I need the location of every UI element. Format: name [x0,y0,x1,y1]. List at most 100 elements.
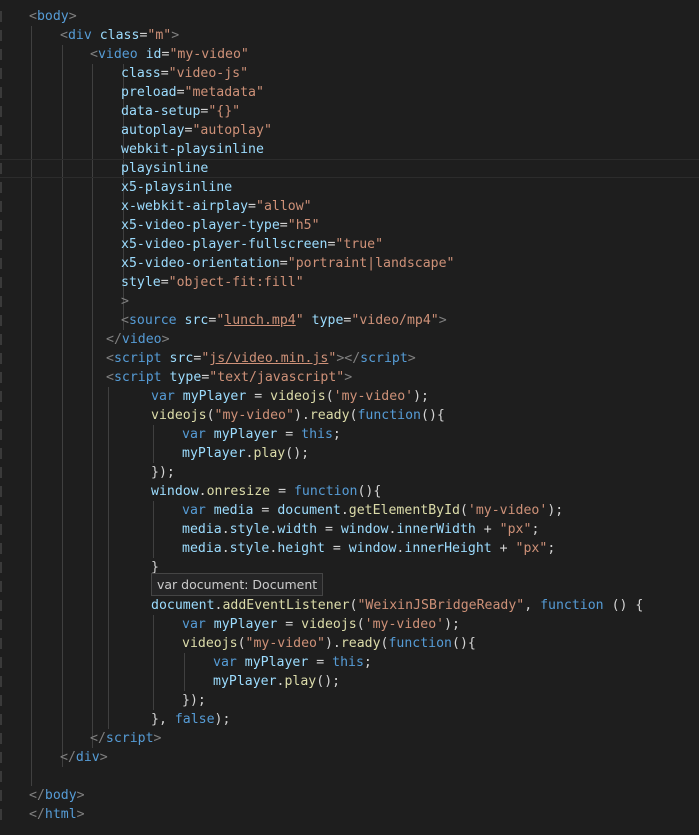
code-token: document [151,598,215,613]
code-line[interactable] [0,577,699,596]
code-token: ); [547,503,564,518]
code-token: type [169,370,202,385]
code-line[interactable]: </html> [0,805,699,824]
code-line-text: </div> [60,748,108,767]
code-line[interactable]: <script src="js/video.min.js"></script> [0,349,699,368]
code-token: = [317,522,341,537]
code-line[interactable]: <source src="lunch.mp4" type="video/mp4"… [0,311,699,330]
code-token: js/video.min.js [209,351,329,366]
code-token: = [160,275,169,290]
code-line-text: }); [182,691,206,710]
code-token: 'my-video' [364,617,445,632]
code-token: src [169,351,194,366]
code-line[interactable]: } [0,558,699,577]
code-line-text: autoplay="autoplay" [121,121,272,140]
code-line[interactable]: </div> [0,748,699,767]
code-token: < [106,351,114,366]
code-token: video [97,47,138,62]
code-token: < [121,313,129,328]
code-token: ></ [336,351,361,366]
code-token: var [182,617,206,632]
code-line[interactable]: </body> [0,786,699,805]
code-line[interactable]: }); [0,463,699,482]
code-token: "text/javascript" [209,370,345,385]
code-line-text: videojs("my-video").ready(function(){ [151,406,445,425]
code-line[interactable]: document.addEventListener("WeixinJSBridg… [0,596,699,615]
code-token: source [128,313,177,328]
code-line[interactable]: webkit-playsinline [0,140,699,159]
code-token: > [344,370,353,385]
code-line[interactable]: preload="metadata" [0,83,699,102]
code-token: "allow" [256,199,312,214]
code-line[interactable]: myPlayer.play(); [0,672,699,691]
code-token: autoplay [121,123,185,138]
code-line[interactable] [0,767,699,786]
code-token: videojs [301,617,357,632]
code-token: ); [444,617,460,632]
code-line[interactable]: x5-video-player-fullscreen="true" [0,235,699,254]
code-line-text: </script> [90,729,161,748]
code-line[interactable]: myPlayer.play(); [0,444,699,463]
code-lines[interactable]: <body> <div class="m"> <video id="my-video… [0,7,699,824]
code-token: body [36,9,69,24]
code-token: (){ [421,408,445,423]
code-token: "WeixinJSBridgeReady" [357,598,525,613]
code-token: document [277,503,341,518]
code-line-text: var myPlayer = this; [182,425,341,444]
code-line[interactable]: x-webkit-airplay="allow" [0,197,699,216]
code-token: ). [324,636,341,651]
code-line[interactable]: <body> [0,7,699,26]
code-line[interactable]: </video> [0,330,699,349]
code-token: div [75,750,100,765]
code-token: = [279,218,288,233]
code-line[interactable]: var myPlayer = this; [0,653,699,672]
code-line-text: class="video-js" [121,64,248,83]
code-line-text: x5-video-orientation="portraint|landscap… [121,254,454,273]
code-token: ready [309,408,350,423]
code-token: = [279,256,288,271]
code-token: class [99,28,140,43]
code-token: . [198,484,207,499]
code-line[interactable]: videojs("my-video").ready(function(){ [0,634,699,653]
code-token: ready [340,636,381,651]
code-line[interactable]: x5-video-orientation="portraint|landscap… [0,254,699,273]
code-token: + [475,522,500,537]
code-line[interactable]: x5-playsinline [0,178,699,197]
code-token: </ [90,731,106,746]
code-line[interactable]: <video id="my-video" [0,45,699,64]
code-line[interactable]: playsinline [0,159,699,178]
code-line[interactable]: media.style.height = window.innerHeight … [0,539,699,558]
code-line[interactable]: <div class="m"> [0,26,699,45]
code-line[interactable]: window.onresize = function(){ [0,482,699,501]
code-token: playsinline [121,161,209,176]
code-line[interactable]: var myPlayer = this; [0,425,699,444]
code-line[interactable]: <script type="text/javascript"> [0,368,699,387]
code-token: = [246,389,271,404]
code-line[interactable]: > [0,292,699,311]
code-line[interactable]: var myPlayer = videojs('my-video'); [0,615,699,634]
code-token: videojs [270,389,326,404]
code-line[interactable]: x5-video-player-type="h5" [0,216,699,235]
code-line[interactable]: var media = document.getElementById('my-… [0,501,699,520]
code-line[interactable]: class="video-js" [0,64,699,83]
code-token: var [213,655,237,670]
code-token: style [229,541,270,556]
code-line[interactable]: media.style.width = window.innerWidth + … [0,520,699,539]
code-token: window [340,522,389,537]
code-line[interactable]: videojs("my-video").ready(function(){ [0,406,699,425]
code-token: "{}" [208,104,241,119]
code-line[interactable]: </script> [0,729,699,748]
code-token: "px" [515,541,548,556]
code-token: = [160,66,169,81]
code-line[interactable]: }); [0,691,699,710]
code-line[interactable]: autoplay="autoplay" [0,121,699,140]
code-line[interactable]: data-setup="{}" [0,102,699,121]
code-line[interactable]: }, false); [0,710,699,729]
code-line[interactable]: style="object-fit:fill" [0,273,699,292]
code-token: "my-video" [169,47,249,62]
code-editor[interactable]: <body> <div class="m"> <video id="my-video… [0,0,699,835]
code-line[interactable]: var myPlayer = videojs('my-video'); [0,387,699,406]
